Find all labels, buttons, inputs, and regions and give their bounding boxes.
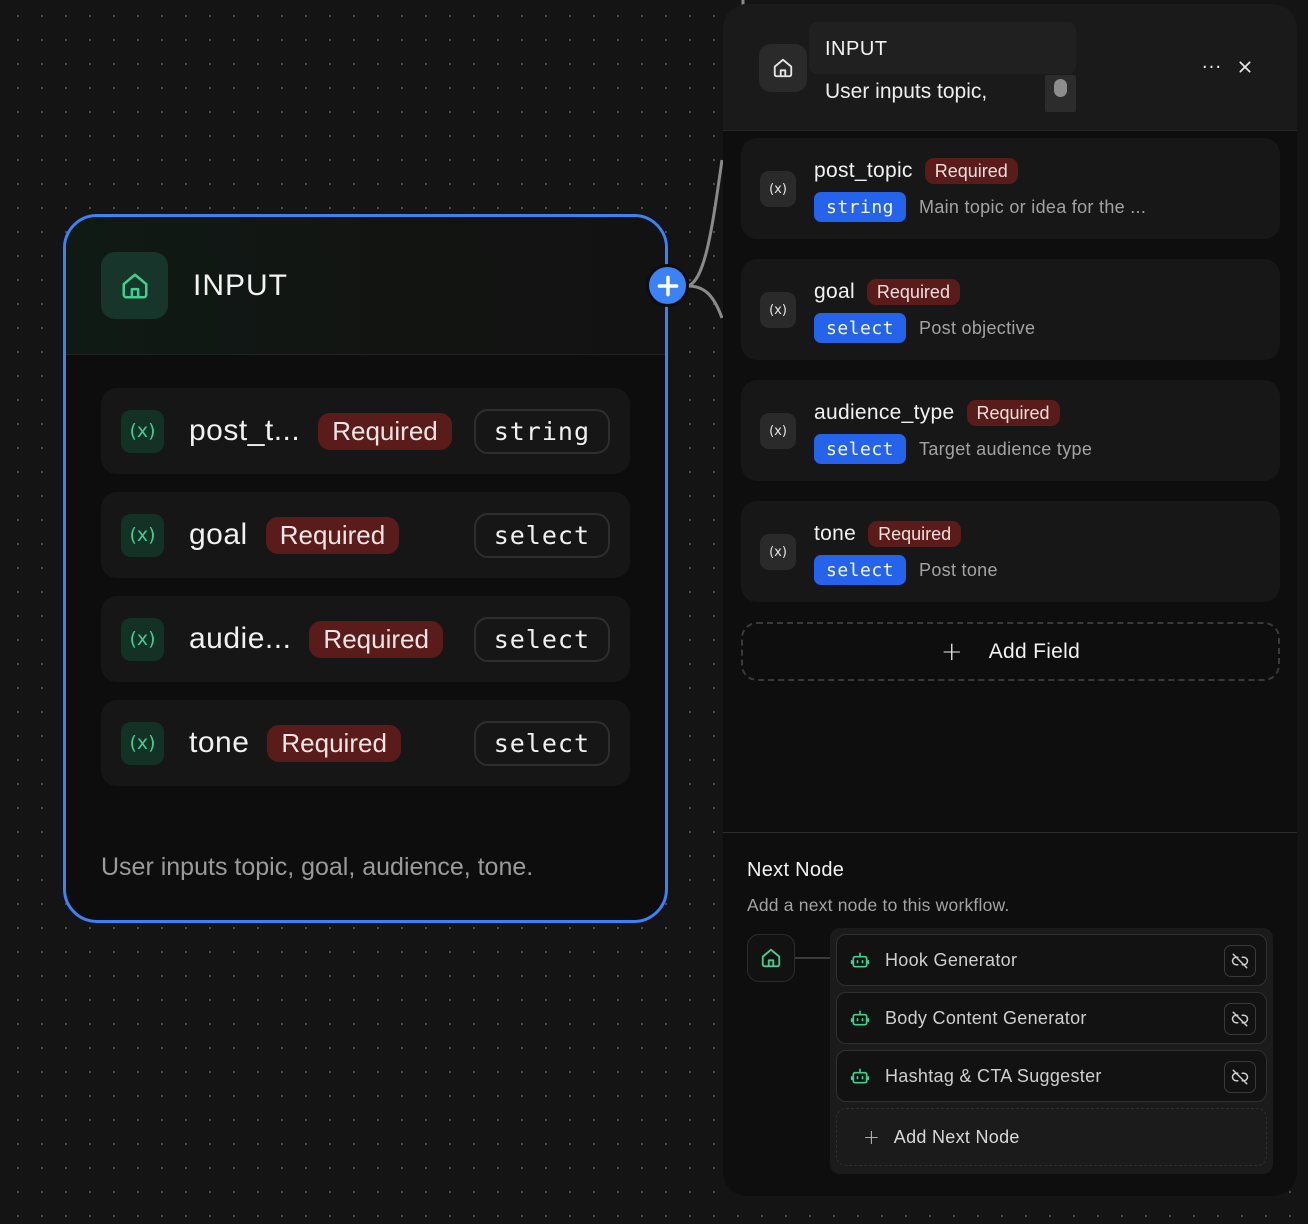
next-node-item[interactable]: Hook Generator (836, 934, 1267, 986)
node-description: User inputs topic, goal, audience, tone. (101, 853, 534, 881)
node-field-row[interactable]: (x) goal Required select (101, 492, 630, 578)
type-badge: string (473, 409, 610, 454)
type-badge: select (473, 721, 610, 766)
variable-icon: (x) (121, 721, 164, 765)
node-field-row[interactable]: (x) post_t... Required string (101, 388, 630, 474)
plus-icon: + (940, 636, 963, 667)
type-badge: select (814, 555, 907, 585)
home-icon (101, 252, 168, 319)
field-card[interactable]: (x) tone Required select Post tone (741, 501, 1280, 602)
type-badge: select (814, 313, 907, 343)
field-description: Post tone (919, 559, 998, 580)
plus-icon: + (863, 1125, 880, 1149)
scrollbar-thumb[interactable] (1054, 79, 1067, 97)
description-scrollbar[interactable] (1045, 75, 1076, 112)
next-node-subtitle: Add a next node to this workflow. (747, 895, 1010, 915)
field-card[interactable]: (x) audience_type Required select Target… (741, 380, 1280, 481)
plus-icon (657, 275, 678, 296)
field-name: post_topic (814, 159, 913, 182)
panel-description-input[interactable]: User inputs topic, (825, 80, 987, 104)
bot-icon (849, 1065, 871, 1087)
next-node-item[interactable]: Hashtag & CTA Suggester (836, 1050, 1267, 1102)
close-button[interactable] (1232, 54, 1258, 80)
connector-line (795, 957, 831, 959)
type-badge: string (814, 192, 907, 222)
variable-icon: (x) (760, 171, 796, 207)
next-node-label: Hashtag & CTA Suggester (885, 1065, 1102, 1086)
field-list: (x) post_topic Required string Main topi… (741, 138, 1280, 622)
field-description: Main topic or idea for the ... (919, 196, 1147, 217)
next-node-title: Next Node (747, 859, 845, 881)
next-node-label: Hook Generator (885, 949, 1018, 970)
field-card[interactable]: (x) goal Required select Post objective (741, 259, 1280, 360)
next-node-label: Body Content Generator (885, 1007, 1087, 1028)
node-title: INPUT (193, 268, 288, 302)
input-node-card[interactable]: INPUT (x) post_t... Required string (x) … (63, 214, 668, 923)
next-node-item[interactable]: Body Content Generator (836, 992, 1267, 1044)
field-description: Post objective (919, 317, 1036, 338)
required-badge: Required (924, 158, 1018, 184)
unlink-icon (1231, 1069, 1249, 1085)
field-name: tone (814, 522, 857, 545)
type-badge: select (473, 513, 610, 558)
required-badge: Required (267, 724, 401, 762)
variable-icon: (x) (121, 513, 164, 557)
node-header: INPUT (66, 217, 665, 355)
field-name: audience_type (814, 401, 955, 424)
add-connection-button[interactable] (646, 264, 689, 307)
unlink-button[interactable] (1224, 1003, 1256, 1035)
node-config-panel: INPUT User inputs topic, ··· (x) post_to… (723, 4, 1297, 1196)
bot-icon (849, 1007, 871, 1029)
home-icon (761, 948, 781, 968)
field-description: Target audience type (919, 438, 1093, 459)
node-field-row[interactable]: (x) audie... Required select (101, 596, 630, 682)
required-badge: Required (868, 521, 962, 547)
type-badge: select (473, 617, 610, 662)
add-field-label: Add Field (988, 639, 1081, 663)
field-name: post_t... (189, 414, 301, 447)
field-card[interactable]: (x) post_topic Required string Main topi… (741, 138, 1280, 239)
variable-icon: (x) (760, 413, 796, 449)
field-name: tone (189, 726, 250, 759)
bot-icon (849, 949, 871, 971)
next-node-list: Hook Generator Body Content Generator Ha… (830, 928, 1273, 1174)
type-badge: select (814, 434, 907, 464)
required-badge: Required (318, 412, 452, 450)
variable-icon: (x) (760, 534, 796, 570)
field-name: goal (814, 280, 855, 303)
add-next-node-button[interactable]: + Add Next Node (836, 1108, 1267, 1166)
next-node-section: Next Node Add a next node to this workfl… (723, 832, 1297, 1196)
home-icon (759, 44, 807, 92)
panel-header: INPUT User inputs topic, ··· (723, 4, 1297, 131)
unlink-icon (1231, 1011, 1249, 1027)
variable-icon: (x) (121, 617, 164, 661)
unlink-button[interactable] (1224, 945, 1256, 977)
variable-icon: (x) (760, 292, 796, 328)
panel-title[interactable]: INPUT (825, 38, 888, 61)
field-name: goal (189, 518, 248, 551)
more-options-button[interactable]: ··· (1199, 54, 1225, 80)
required-badge: Required (866, 279, 960, 305)
add-field-button[interactable]: + Add Field (741, 622, 1280, 681)
unlink-icon (1231, 953, 1249, 969)
close-icon (1239, 61, 1251, 73)
add-next-node-label: Add Next Node (893, 1126, 1020, 1147)
variable-icon: (x) (121, 409, 164, 453)
field-name: audie... (189, 622, 292, 655)
source-node-icon (747, 934, 795, 982)
required-badge: Required (966, 400, 1060, 426)
node-field-row[interactable]: (x) tone Required select (101, 700, 630, 786)
unlink-button[interactable] (1224, 1061, 1256, 1093)
required-badge: Required (265, 516, 400, 554)
required-badge: Required (309, 620, 443, 658)
